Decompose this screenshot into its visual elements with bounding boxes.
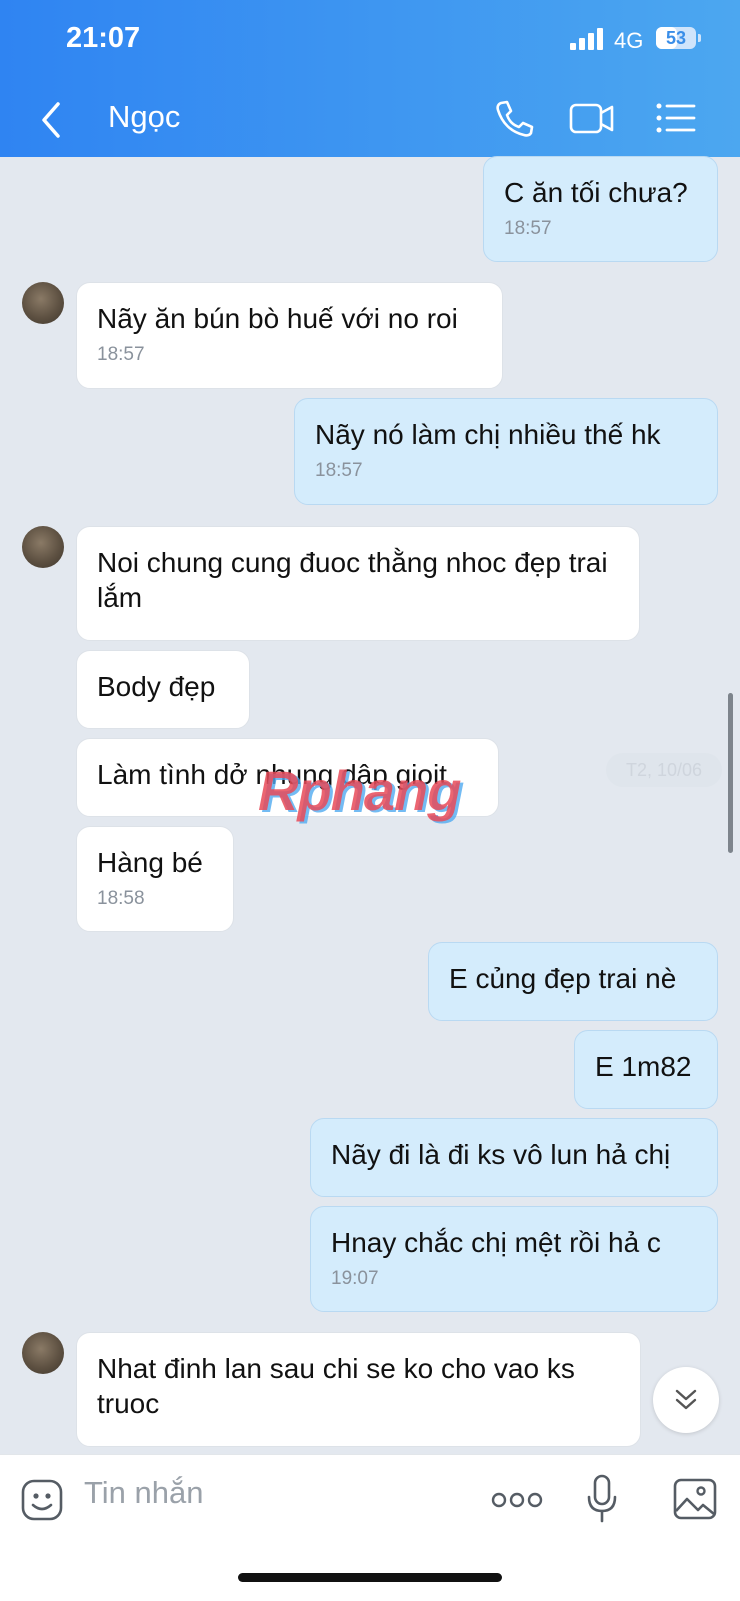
watermark-logo: Rphang xyxy=(258,759,461,822)
message-time: 18:57 xyxy=(97,344,145,365)
battery-tip xyxy=(698,34,701,42)
message-text: Nhat đinh lan sau chi se ko cho vao ks t… xyxy=(97,1353,575,1419)
more-options-icon[interactable] xyxy=(490,1489,544,1511)
message-text: Nãy ăn bún bò huế với no roi xyxy=(97,303,458,334)
message-time: 18:58 xyxy=(97,888,145,909)
contact-avatar[interactable] xyxy=(22,282,64,324)
message-text: Nãy đi là đi ks vô lun hả chị xyxy=(331,1139,671,1170)
message-bubble-incoming[interactable]: Noi chung cung đuoc thằng nhoc đẹp trai … xyxy=(76,526,640,641)
message-time: 18:57 xyxy=(504,218,552,239)
date-divider: T2, 10/06 xyxy=(606,753,722,787)
message-text: Nãy nó làm chị nhiều thế hk xyxy=(315,419,661,450)
message-text: Hnay chắc chị mệt rồi hả c xyxy=(331,1227,661,1258)
message-time: 18:57 xyxy=(315,460,363,481)
message-text: Noi chung cung đuoc thằng nhoc đẹp trai … xyxy=(97,547,608,613)
message-text: Body đẹp xyxy=(97,671,216,702)
message-input[interactable]: Tin nhắn xyxy=(84,1475,204,1511)
message-bubble-outgoing[interactable]: E củng đẹp trai nè xyxy=(428,942,718,1021)
emoji-sticker-icon[interactable] xyxy=(20,1478,64,1522)
message-bubble-outgoing[interactable]: E 1m82 xyxy=(574,1030,718,1109)
message-text: E 1m82 xyxy=(595,1051,692,1082)
scrollbar[interactable] xyxy=(728,693,733,853)
video-call-icon[interactable] xyxy=(568,98,616,138)
message-bubble-incoming[interactable]: Hàng bé 18:58 xyxy=(76,826,234,932)
menu-list-icon[interactable] xyxy=(654,98,698,138)
message-bubble-outgoing[interactable]: C ăn tối chưa? 18:57 xyxy=(483,156,718,262)
message-text: E củng đẹp trai nè xyxy=(449,963,677,994)
scroll-to-bottom-button[interactable] xyxy=(653,1367,719,1433)
signal-icon xyxy=(570,28,606,50)
message-text: C ăn tối chưa? xyxy=(504,177,688,208)
battery-icon: 53 xyxy=(656,27,696,49)
message-text: Hàng bé xyxy=(97,847,203,878)
battery-level: 53 xyxy=(665,28,687,48)
status-time: 21:07 xyxy=(66,22,141,54)
double-chevron-down-icon xyxy=(675,1389,697,1410)
back-arrow-icon[interactable] xyxy=(36,100,66,140)
message-bubble-incoming[interactable]: Nhat đinh lan sau chi se ko cho vao ks t… xyxy=(76,1332,641,1447)
message-bubble-incoming[interactable]: Body đẹp xyxy=(76,650,250,729)
microphone-icon[interactable] xyxy=(584,1473,620,1525)
contact-avatar[interactable] xyxy=(22,526,64,568)
image-gallery-icon[interactable] xyxy=(672,1477,718,1521)
home-indicator[interactable] xyxy=(238,1573,502,1582)
chat-header: 21:07 4G 53 Ngọc xyxy=(0,0,740,157)
message-time: 19:07 xyxy=(331,1268,379,1289)
message-bubble-outgoing[interactable]: Nãy đi là đi ks vô lun hả chị xyxy=(310,1118,718,1197)
contact-name[interactable]: Ngọc xyxy=(108,99,180,135)
phone-call-icon[interactable] xyxy=(492,98,536,138)
message-bubble-incoming[interactable]: Nãy ăn bún bò huế với no roi 18:57 xyxy=(76,282,503,389)
message-bubble-outgoing[interactable]: Nãy nó làm chị nhiều thế hk 18:57 xyxy=(294,398,718,505)
message-bubble-outgoing[interactable]: Hnay chắc chị mệt rồi hả c 19:07 xyxy=(310,1206,718,1312)
network-type: 4G xyxy=(614,28,644,53)
contact-avatar[interactable] xyxy=(22,1332,64,1374)
